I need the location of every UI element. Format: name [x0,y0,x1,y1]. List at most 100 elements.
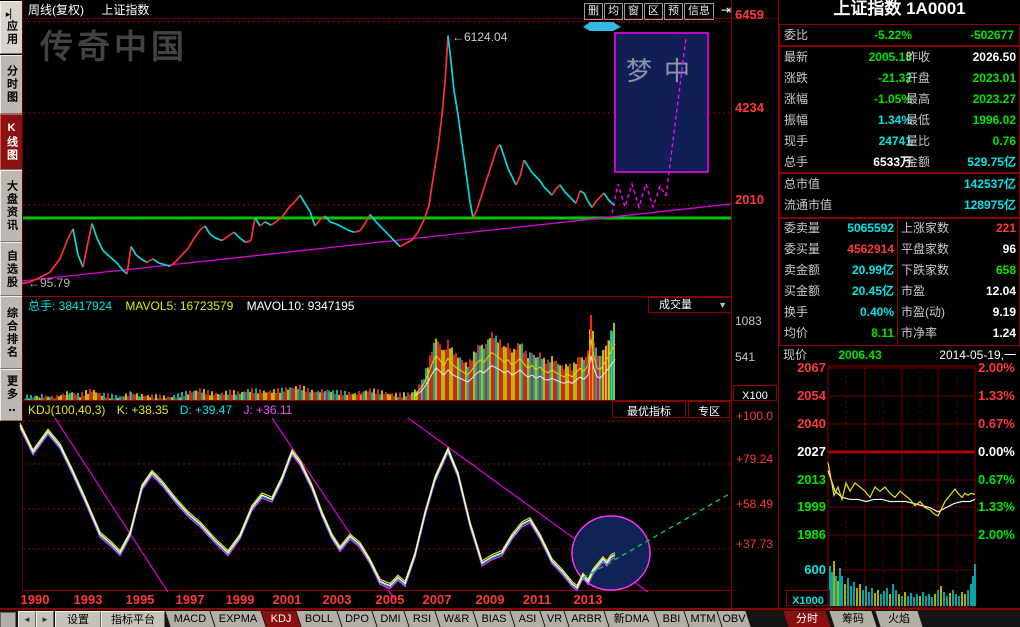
intraday-price-tick: 1999 [786,500,826,514]
indicator-tab-label: MACD [168,611,212,627]
corner-chip [0,612,16,627]
stat-label-上涨家数: 上涨家数 [901,221,949,235]
chart-symbol-label: 上证指数 [101,3,149,17]
quote-row-label-开盘: 开盘 [906,71,930,85]
quote-row-value: 529.75亿 [940,155,1016,169]
best-indicator-button[interactable]: 最优指标 [612,401,686,418]
kdj-k-line [20,423,615,585]
kdj-axis-tick: +37.73 [736,537,773,551]
nav-left-button[interactable]: ◄ [18,611,36,627]
cyan-marker [583,22,621,31]
sidebar-item-3[interactable]: K线图 [0,114,23,170]
quote-row-label-振幅: 振幅 [784,113,808,127]
sidebar-item-4[interactable]: 大盘资讯 [0,170,23,242]
indicator-tab-DMI[interactable]: DMI [372,611,408,627]
header-divider [23,18,778,19]
quote-row-value: 6533万 [826,155,912,169]
indicator-tab-MTM[interactable]: MTM [684,611,721,627]
kdj-k-value: K: +38.35 [117,403,169,417]
zone-button[interactable]: 专区 [688,401,730,418]
weibi-label: 委比 [784,28,808,42]
forecast-zigzag [612,184,666,213]
indicator-tab-label: 新DMA [607,611,656,627]
forecast-projection-line [666,38,686,196]
indicator-tab-BBI[interactable]: BBI [654,611,688,627]
view-tab-筹码[interactable]: 筹码 [829,611,876,627]
quote-row-value: 2023.27 [940,92,1016,106]
year-tick-2007: 2007 [421,593,453,607]
year-tick-2011: 2011 [521,593,553,607]
indicator-tab-DPO[interactable]: DPO [337,611,376,627]
kdj-header: KDJ(100,40,3) K: +38.35 D: +39.47 J: +36… [28,403,292,417]
view-tab-分时[interactable]: 分时 [783,611,830,627]
kdj-j-value: J: +36.11 [244,403,293,417]
view-tab-火焰[interactable]: 火焰 [875,611,922,627]
volume-total-label: 总手: 38417924 [28,299,112,313]
stat-label-均价: 均价 [784,326,808,340]
indicator-platform-button[interactable]: 指标平台 [101,611,165,627]
view-tab-label: 火焰 [878,611,920,627]
quote-row-label-涨幅: 涨幅 [784,92,808,106]
main-kline-chart: 传奇中国梦中←6124.04←95.79 [22,22,731,290]
volume-indicator-dropdown[interactable]: 成交量 ▼ [648,297,732,313]
quote-row-value: 1996.02 [940,113,1016,127]
indicator-tab-BOLL[interactable]: BOLL [296,611,341,627]
indicator-tab-BIAS[interactable]: BIAS [473,611,514,627]
svg-text:传奇中国: 传奇中国 [39,28,188,65]
stat-value: 5065592 [834,221,894,235]
volume-multiplier-label: X1000 [792,595,824,607]
indicator-tab-label: DPO [340,611,374,627]
year-tick-1995: 1995 [124,593,156,607]
view-tab-label: 分时 [786,611,828,627]
stat-label-卖金额: 卖金额 [784,263,820,277]
mavol10-line [415,356,615,396]
volume-dropdown-label: 成交量 [659,298,692,312]
stat-value: 221 [956,221,1016,235]
indicator-tab-ASI[interactable]: ASI [510,611,544,627]
quote-row-value: -21.32 [826,71,912,85]
intraday-price-tick: 2040 [786,417,826,431]
cap-row-label-1: 总市值 [784,177,820,191]
stat-label-市盈(动): 市盈(动) [901,305,945,319]
play-to-bar-icon: ▸▏ [6,9,17,20]
indicator-tab-RSI[interactable]: RSI [404,611,439,627]
quote-row-label-涨跌: 涨跌 [784,71,808,85]
year-tick-1997: 1997 [174,593,206,607]
indicator-tab-ARBR[interactable]: ARBR [564,611,608,627]
sidebar-item-5[interactable]: 自选股 [0,242,23,296]
indicator-tab-label: OBV [720,611,748,627]
sidebar-item-2[interactable]: 分时图 [0,55,23,114]
intraday-avg-line [828,471,975,512]
indicator-tab-KDJ[interactable]: KDJ [261,611,300,627]
intraday-pct-tick: 0.00% [978,445,1015,459]
main-price-series [22,36,615,284]
volume-multiplier-badge: X1000 [786,590,830,606]
stat-value: 658 [956,263,1016,277]
sidebar-item-7[interactable]: 更多‥ [0,369,23,421]
quote-row-label-现手: 现手 [784,134,808,148]
indicator-tab-label: ARBR [567,611,606,627]
now-price-value: 2006.43 [838,348,881,362]
indicator-tab-W&R[interactable]: W&R [435,611,477,627]
indicator-tab-MACD[interactable]: MACD [165,611,214,627]
cap-row-value: 128975亿 [896,198,1016,212]
sidebar-item-1[interactable]: ▸▏应用 [0,1,23,54]
sidebar-item-label: 自选股 [4,250,20,289]
sidebar-item-label: 分时图 [4,65,20,104]
bottom-toolbar: ◄►设置指标平台MACDEXPMAKDJBOLLDPODMIRSIW&RBIAS… [0,609,1020,627]
year-tick-2005: 2005 [374,593,406,607]
stat-value: 96 [956,242,1016,256]
indicator-tab-OBV[interactable]: OBV [717,611,750,627]
quote-row-value: 2023.01 [940,71,1016,85]
indicator-tab-新DMA[interactable]: 新DMA [604,611,658,627]
quote-row-value: 1.34% [826,113,912,127]
sidebar-item-6[interactable]: 综合排名 [0,296,23,369]
quote-row-label-金额: 金额 [906,155,930,169]
arrow-to-bar-icon[interactable]: ⇥ [721,3,731,17]
nav-right-button[interactable]: ► [36,611,54,627]
indicator-tab-label: DMI [375,611,406,627]
stat-value: 9.19 [956,305,1016,319]
settings-button[interactable]: 设置 [55,611,101,627]
indicator-tab-EXPMA[interactable]: EXPMA [210,611,265,627]
intraday-price-line [828,462,975,516]
